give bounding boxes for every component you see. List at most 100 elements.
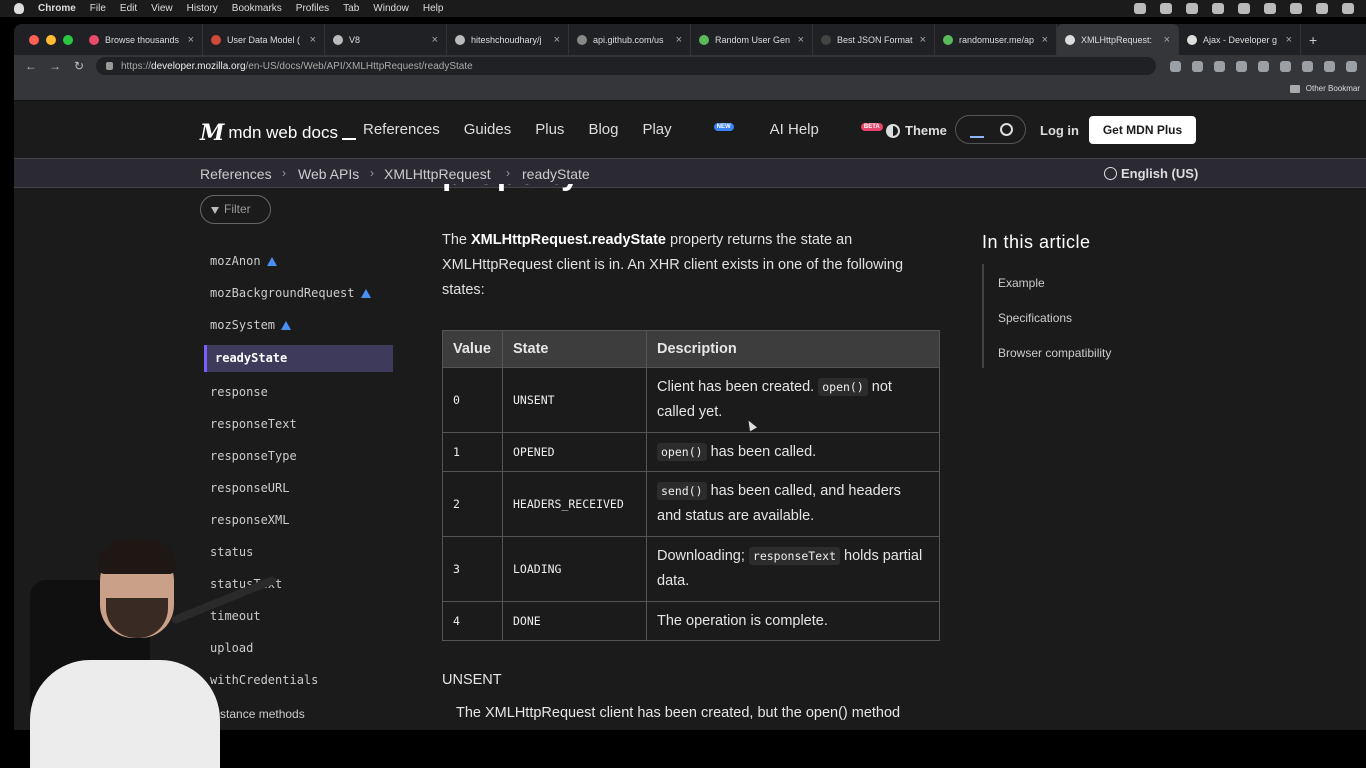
tab-favicon-icon [1187,34,1197,45]
browser-tab[interactable]: XMLHttpRequest: × [1057,24,1179,55]
kebab-menu-icon[interactable] [1346,60,1357,72]
new-tab-button[interactable]: + [1309,32,1317,48]
status-icon[interactable] [1212,3,1224,14]
presenter-body [30,660,220,768]
browser-tab[interactable]: Best JSON Format × [813,24,935,55]
nav-guides[interactable]: Guides [464,121,512,138]
browser-tab[interactable]: hiteshchoudhary/j × [447,24,569,55]
reload-button[interactable]: ↻ [72,59,86,73]
bookmark-star-icon[interactable] [1236,60,1247,72]
menu-edit[interactable]: Edit [120,3,137,14]
breadcrumb-readystate[interactable]: readyState [522,166,590,182]
status-icon[interactable] [1186,3,1198,14]
sidebar-filter-input[interactable]: Filter [200,195,271,224]
nav-references[interactable]: References [363,121,440,138]
nav-ai-help[interactable]: AI Help BETA [770,121,889,138]
filter-icon [211,207,219,214]
browser-tab[interactable]: api.github.com/us × [569,24,691,55]
close-tab-icon[interactable]: × [1042,34,1048,46]
sidebar-item-mozbackgroundrequest[interactable]: mozBackgroundRequest [210,286,371,300]
menu-app-name[interactable]: Chrome [38,3,76,14]
close-tab-icon[interactable]: × [188,34,194,46]
value-code: 2 [453,496,460,511]
other-bookmarks[interactable]: Other Bookmar [1290,84,1360,93]
nav-blog[interactable]: Blog [588,121,618,138]
presenter-hair [98,540,176,574]
sidebar-item-mozsystem[interactable]: mozSystem [210,318,292,332]
nav-plus[interactable]: Plus [535,121,564,138]
browser-tab[interactable]: Browse thousands × [81,24,203,55]
language-switcher[interactable]: English (US) [1104,166,1198,181]
sidebar-item-responseurl[interactable]: responseURL [210,481,289,495]
wifi-icon[interactable] [1264,3,1276,14]
status-icon[interactable] [1238,3,1250,14]
login-link[interactable]: Log in [1040,123,1079,138]
close-tab-icon[interactable]: × [554,34,560,46]
browser-tab[interactable]: V8 × [325,24,447,55]
share-icon[interactable] [1214,60,1225,72]
menu-file[interactable]: File [90,3,106,14]
maximize-window-button[interactable] [63,34,73,45]
sidepanel-icon[interactable] [1302,60,1313,72]
siri-icon[interactable] [1316,3,1328,14]
apple-icon[interactable] [14,3,24,14]
status-icon[interactable] [1160,3,1172,14]
lock-icon[interactable] [106,62,113,70]
sidebar-item-response[interactable]: response [210,385,268,399]
status-icon[interactable] [1134,3,1146,14]
breadcrumb-references[interactable]: References [200,166,272,182]
menu-profiles[interactable]: Profiles [296,3,329,14]
menu-window[interactable]: Window [373,3,409,14]
menu-view[interactable]: View [151,3,173,14]
close-tab-icon[interactable]: × [1286,34,1292,46]
close-tab-icon[interactable]: × [920,34,926,46]
sidebar-item-responsexml[interactable]: responseXML [210,513,289,527]
menu-tab[interactable]: Tab [343,3,359,14]
browser-tab[interactable]: User Data Model (× [203,24,325,55]
profile-avatar[interactable] [1324,60,1335,72]
breadcrumb: References › Web APIs › XMLHttpRequest ›… [14,158,1366,188]
nav-play[interactable]: Play NEW [642,121,739,138]
browser-tab[interactable]: Random User Gen × [691,24,813,55]
close-tab-icon[interactable]: × [798,34,804,46]
tab-title: hiteshchoudhary/j [471,34,542,45]
sidebar-item-readystate[interactable]: readyState [204,345,393,372]
minimize-window-button[interactable] [46,34,56,45]
sidebar-item-responsetext[interactable]: responseText [210,417,297,431]
download-icon[interactable] [1192,60,1203,72]
state-code: OPENED [513,444,555,459]
google-icon[interactable] [1170,60,1181,72]
forward-button[interactable]: → [48,59,62,73]
close-window-button[interactable] [29,34,39,45]
toc-item-specifications[interactable]: Specifications [998,311,1072,325]
breadcrumb-xmlhttprequest[interactable]: XMLHttpRequest [384,166,491,182]
menu-history[interactable]: History [187,3,218,14]
sidebar-item-responsetype[interactable]: responseType [210,449,297,463]
search-icon[interactable] [1000,123,1013,136]
menu-help[interactable]: Help [423,3,444,14]
close-tab-icon[interactable]: × [432,34,438,46]
toc-item-browser-compatibility[interactable]: Browser compatibility [998,346,1111,360]
sidebar-item-mozanon[interactable]: mozAnon [210,254,277,268]
back-button[interactable]: ← [24,59,38,73]
clock-icon[interactable] [1342,3,1354,14]
close-tab-icon[interactable]: × [310,34,316,46]
menu-bookmarks[interactable]: Bookmarks [232,3,282,14]
puzzle-icon[interactable] [1280,60,1291,72]
close-tab-icon[interactable]: × [676,34,682,46]
browser-tab[interactable]: randomuser.me/ap × [935,24,1057,55]
description-text: Downloading; [657,548,749,564]
search-box[interactable] [955,115,1026,144]
get-mdn-plus-button[interactable]: Get MDN Plus [1089,116,1196,144]
theme-toggle[interactable]: Theme [886,123,947,138]
browser-tab[interactable]: Ajax - Developer g × [1179,24,1301,55]
mdn-logo[interactable]: M mdn web docs [200,120,356,146]
state-cell: DONE [502,601,647,641]
toc-item-example[interactable]: Example [998,276,1045,290]
close-tab-icon[interactable]: × [1164,34,1170,46]
control-center-icon[interactable] [1290,3,1302,14]
address-bar[interactable]: https://developer.mozilla.org/en-US/docs… [96,57,1156,75]
extension-icon[interactable] [1258,60,1269,72]
sidebar-item-label: mozBackgroundRequest [210,286,355,300]
breadcrumb-web-apis[interactable]: Web APIs [298,166,359,182]
